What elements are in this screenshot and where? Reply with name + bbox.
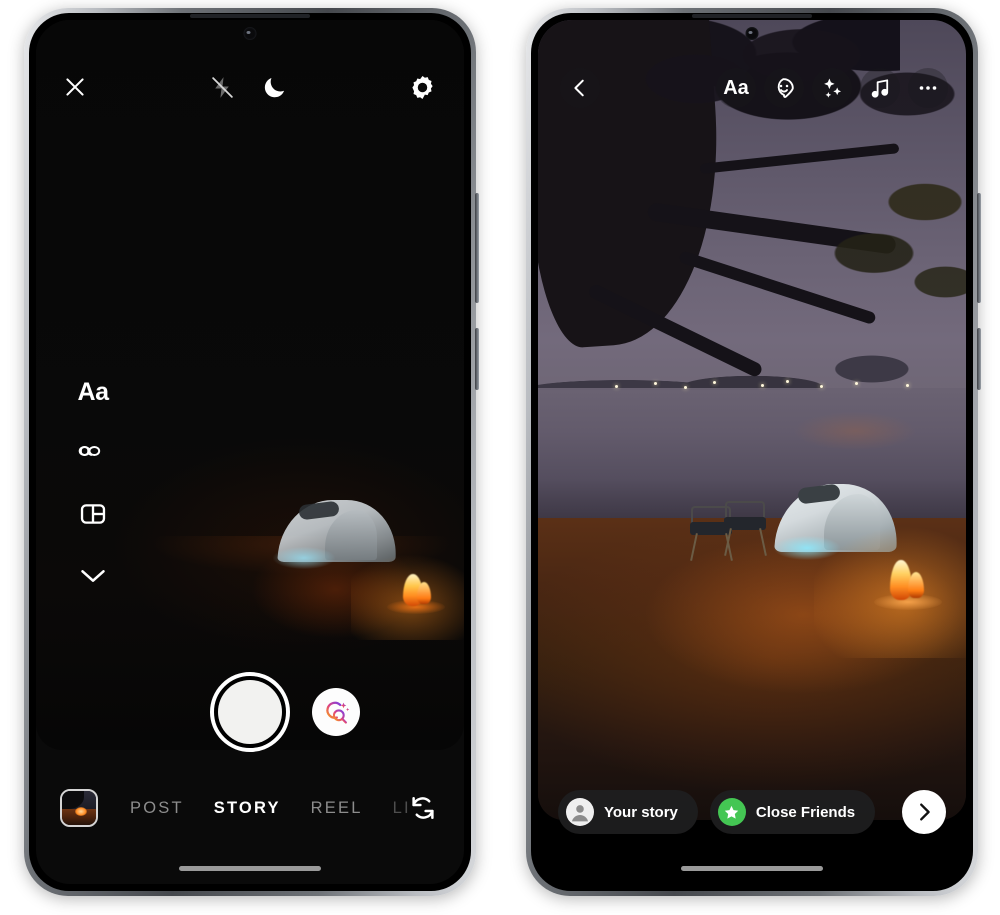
home-indicator-right [681,866,823,871]
green-star-icon [717,798,746,826]
mode-reel[interactable]: REEL [311,799,363,818]
front-camera-punch-hole [745,27,759,40]
camera-tool-rail: Aa [64,378,122,590]
volume-key-right-phone[interactable] [977,193,981,303]
camera-top-center-tools [210,74,288,101]
camera-mode-bar: POST STORY REEL LIV [36,778,464,838]
mode-post[interactable]: POST [130,799,184,818]
story-bottom-bar: Your story Close Friends [538,784,966,840]
power-key-left-phone[interactable] [475,328,479,390]
ai-search-sparkle-icon[interactable] [312,688,360,736]
home-indicator-left [179,866,321,871]
viewfinder-campfire [351,554,464,640]
flash-off-icon[interactable] [210,75,235,100]
sparkles-effects-icon[interactable] [812,68,852,108]
gallery-thumbnail[interactable] [60,789,98,827]
screenshot-stage: Aa POST STORY REEL L Aa Your story Close… [0,0,1000,915]
story-photo-preview[interactable] [538,20,966,820]
shutter-button[interactable] [210,672,290,752]
shutter-zone [36,652,464,772]
camera-modes: POST STORY REEL LIV [130,799,408,818]
gear-settings-icon[interactable] [409,74,436,101]
phone-left-camera: Aa POST STORY REEL L [24,8,479,896]
avatar-person-icon [566,798,594,826]
text-aa-icon[interactable]: Aa [716,68,756,108]
camera-capture-screen: Aa POST STORY REEL L [36,20,464,884]
campfire [814,526,966,658]
volume-key-left-phone[interactable] [475,193,479,303]
foliage-right [806,170,966,330]
music-note-icon[interactable] [860,68,900,108]
chevron-left-back-icon[interactable] [560,68,600,108]
text-tool[interactable]: Aa [78,378,109,407]
close-friends-button[interactable]: Close Friends [709,790,876,834]
chevron-down-icon[interactable] [79,567,107,590]
earpiece-speaker [692,14,812,18]
earpiece-speaker [190,14,310,18]
front-camera-punch-hole [243,27,257,40]
chevron-right-next-icon[interactable] [902,790,946,834]
sticker-smiley-icon[interactable] [764,68,804,108]
story-tools: Aa [716,68,948,108]
close-icon[interactable] [62,74,88,100]
right-phone-screen: Aa Your story Close Friends [538,20,966,884]
close-friends-label: Close Friends [755,803,856,821]
layout-grid-icon[interactable] [79,500,107,533]
camera-top-bar [36,64,464,110]
power-key-right-phone[interactable] [977,328,981,390]
mode-live[interactable]: LIV [393,799,408,818]
your-story-label: Your story [604,803,678,821]
more-horizontal-icon[interactable] [908,68,948,108]
camping-chairs [690,500,780,562]
story-top-bar: Aa [538,64,966,112]
mode-story[interactable]: STORY [214,799,281,818]
viewfinder-tent [273,494,401,569]
left-phone-screen: Aa POST STORY REEL L [36,20,464,884]
story-editor-screen: Aa Your story Close Friends [538,20,966,884]
infinity-boomerang-icon[interactable] [78,441,108,466]
lake-reflection [794,412,915,450]
camera-flip-icon[interactable] [408,793,438,823]
phone-right-story-editor: Aa Your story Close Friends [526,8,981,896]
your-story-button[interactable]: Your story [558,790,698,834]
moon-night-mode-icon[interactable] [261,74,288,101]
distant-shore-lights [538,378,966,392]
